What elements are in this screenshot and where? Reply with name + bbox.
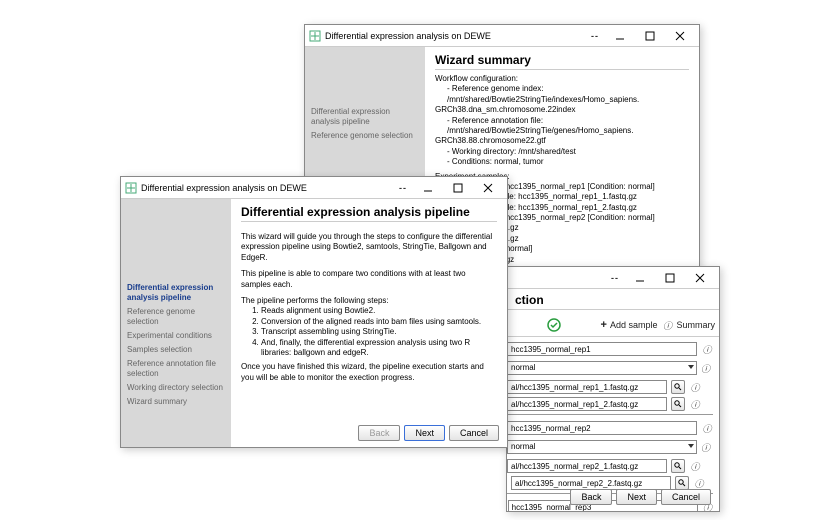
samples-toolbar: +Add sample ⓘSummary <box>507 314 719 337</box>
reads2-input[interactable] <box>507 397 667 411</box>
titlebar: -- <box>507 267 719 289</box>
titlebar: Differential expression analysis on DEWE… <box>121 177 507 199</box>
window-samples: -- ction +Add sample ⓘSummary ⓘ normal ⓘ <box>506 266 720 512</box>
window-pipeline: Differential expression analysis on DEWE… <box>120 176 508 448</box>
app-icon <box>125 182 137 194</box>
condition-combo[interactable]: normal <box>507 361 697 375</box>
sidebar-item[interactable]: Wizard summary <box>127 397 225 407</box>
app-icon <box>309 30 321 42</box>
ref-anno2: GRCh38.88.chromosome22.gtf <box>435 136 689 146</box>
sidebar-item[interactable]: Samples selection <box>127 345 225 355</box>
minimize-button[interactable] <box>605 27 635 45</box>
minimize-button[interactable] <box>413 179 443 197</box>
close-button[interactable] <box>685 269 715 287</box>
check-icon <box>547 318 561 332</box>
browse-button[interactable] <box>671 397 685 411</box>
info-icon: ⓘ <box>701 422 713 434</box>
add-sample-label: Add sample <box>610 320 658 330</box>
window-title: Differential expression analysis on DEWE <box>141 183 307 193</box>
workflow-label: Workflow configuration: <box>435 74 689 84</box>
next-button[interactable]: Next <box>404 425 445 441</box>
steps-list: Reads alignment using Bowtie2. Conversio… <box>261 306 497 358</box>
info-icon: ⓘ <box>701 441 710 453</box>
reads2-input[interactable] <box>511 476 671 490</box>
ref-genome2: GRCh38.dna_sm.chromosome.22index <box>435 105 689 115</box>
cancel-button[interactable]: Cancel <box>661 489 711 505</box>
step-item: And, finally, the differential expressio… <box>261 338 497 359</box>
heading: Differential expression analysis pipelin… <box>241 205 497 222</box>
title-dash: -- <box>591 31 599 41</box>
close-button[interactable] <box>473 179 503 197</box>
para: This wizard will guide you through the s… <box>241 232 497 263</box>
info-icon: ⓘ <box>701 362 710 374</box>
para: The pipeline performs the following step… <box>241 296 497 306</box>
sidebar-item[interactable]: Reference genome selection <box>311 131 419 141</box>
reads1-input[interactable] <box>507 380 667 394</box>
sidebar-item[interactable]: Reference genome selection <box>127 307 225 327</box>
sidebar-item[interactable]: Differential expression analysis pipelin… <box>127 283 225 303</box>
sidebar-item[interactable]: Working directory selection <box>127 383 225 393</box>
condition-combo[interactable]: normal <box>507 440 697 454</box>
maximize-button[interactable] <box>635 27 665 45</box>
maximize-button[interactable] <box>655 269 685 287</box>
maximize-button[interactable] <box>443 179 473 197</box>
ref-anno: - Reference annotation file: /mnt/shared… <box>447 116 689 137</box>
reads1-input[interactable] <box>507 459 667 473</box>
para: Once you have finished this wizard, the … <box>241 362 497 383</box>
browse-button[interactable] <box>675 476 689 490</box>
ref-genome: - Reference genome index: /mnt/shared/Bo… <box>447 84 689 105</box>
minimize-button[interactable] <box>625 269 655 287</box>
info-icon: ⓘ <box>689 381 701 393</box>
titlebar: Differential expression analysis on DEWE… <box>305 25 699 47</box>
add-sample-button[interactable]: +Add sample <box>601 319 658 331</box>
step-item: Conversion of the aligned reads into bam… <box>261 317 497 327</box>
back-button[interactable]: Back <box>570 489 612 505</box>
info-icon: ⓘ <box>693 477 705 489</box>
step-item: Transcript assembling using StringTie. <box>261 327 497 337</box>
title-dash: -- <box>611 273 619 283</box>
summary-label: Summary <box>677 320 716 330</box>
step-item: Reads alignment using Bowtie2. <box>261 306 497 316</box>
browse-button[interactable] <box>671 380 685 394</box>
close-button[interactable] <box>665 27 695 45</box>
window-title: Differential expression analysis on DEWE <box>325 31 491 41</box>
sidebar-item[interactable]: Experimental conditions <box>127 331 225 341</box>
sidebar-item[interactable]: Reference annotation file selection <box>127 359 225 379</box>
conditions: - Conditions: normal, tumor <box>447 157 689 167</box>
next-button[interactable]: Next <box>616 489 657 505</box>
info-icon: ⓘ <box>662 319 674 331</box>
cancel-button[interactable]: Cancel <box>449 425 499 441</box>
title-dash: -- <box>399 183 407 193</box>
back-button: Back <box>358 425 400 441</box>
content-pipeline: Differential expression analysis pipelin… <box>231 199 507 447</box>
heading: Wizard summary <box>435 53 689 70</box>
sample-name-input[interactable] <box>507 342 697 356</box>
samples-content: ction +Add sample ⓘSummary ⓘ normal ⓘ ⓘ <box>507 289 719 511</box>
wizard-buttons: Back Next Cancel <box>358 425 499 441</box>
sidebar-item[interactable]: Differential expression analysis pipelin… <box>311 107 419 127</box>
browse-button[interactable] <box>671 459 685 473</box>
info-icon: ⓘ <box>701 343 713 355</box>
workdir: - Working directory: /mnt/shared/test <box>447 147 689 157</box>
info-icon: ⓘ <box>689 398 701 410</box>
summary-button[interactable]: ⓘSummary <box>662 319 716 331</box>
wizard-buttons: Back Next Cancel <box>570 489 711 505</box>
para: This pipeline is able to compare two con… <box>241 269 497 290</box>
sample-name-input[interactable] <box>507 421 697 435</box>
info-icon: ⓘ <box>689 460 701 472</box>
heading: ction <box>507 289 719 310</box>
sidebar: Differential expression analysis pipelin… <box>121 199 231 447</box>
